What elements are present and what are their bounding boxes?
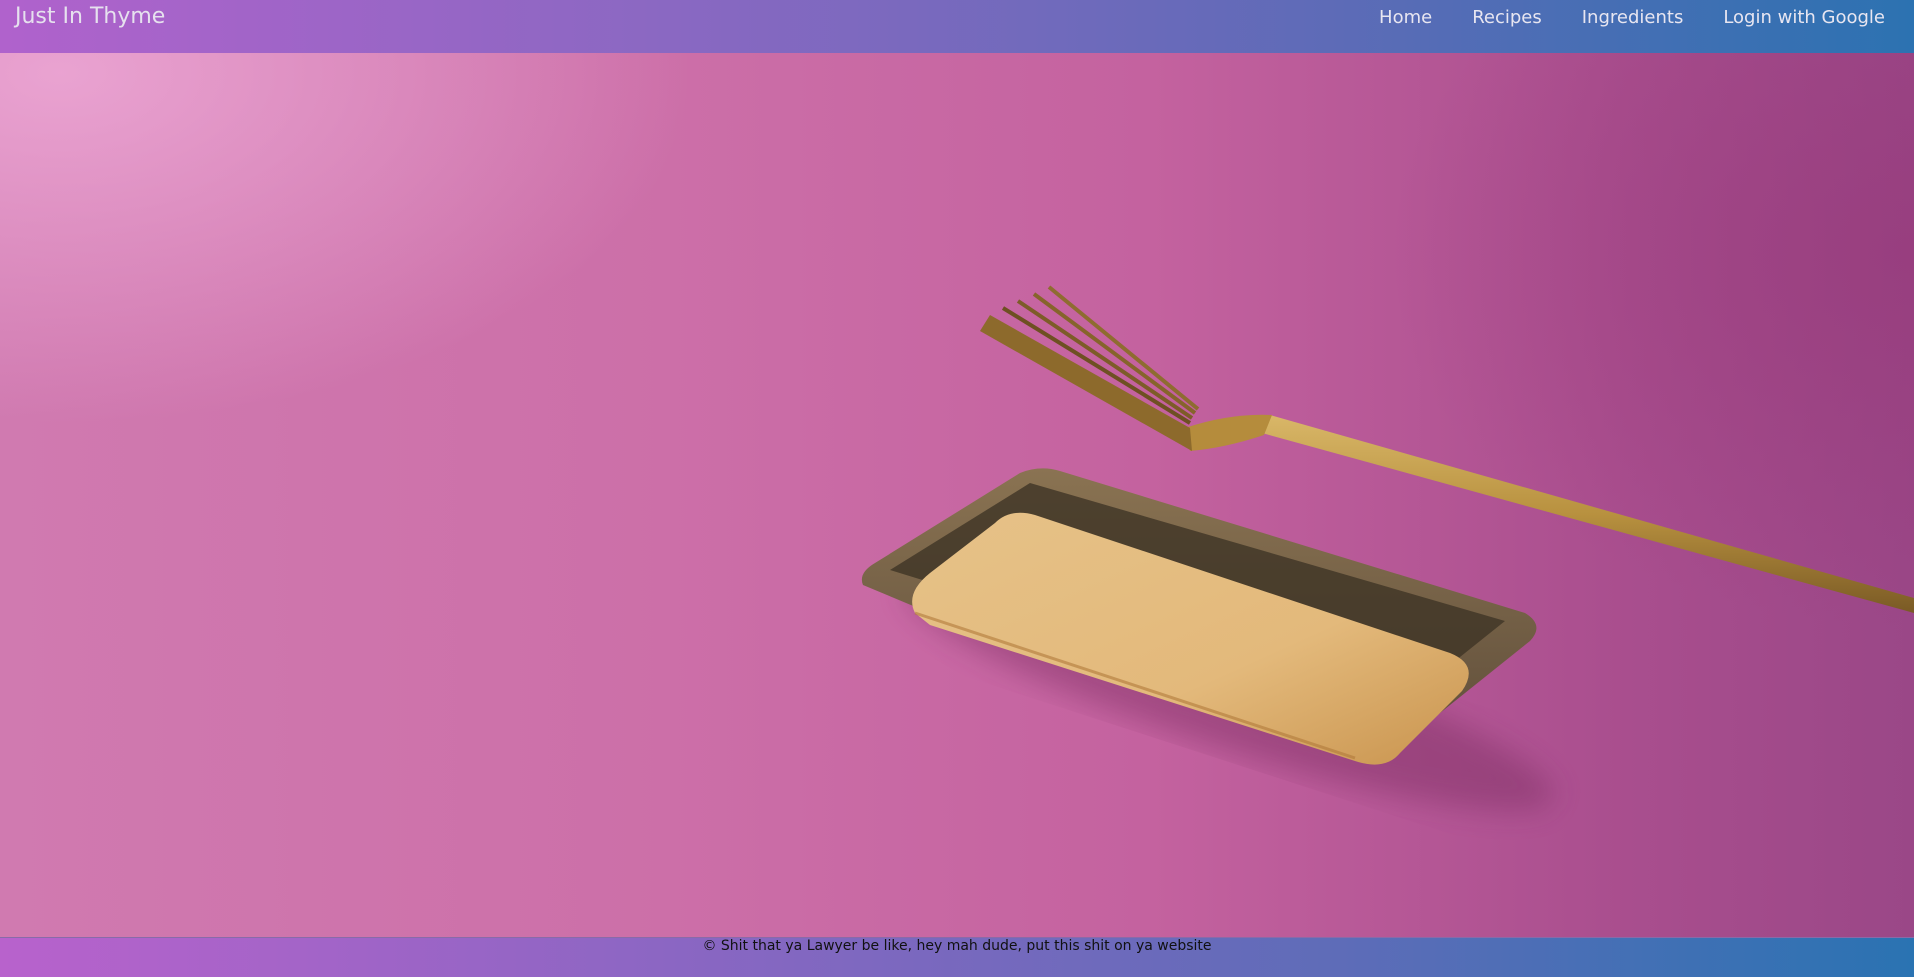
nav-link-home[interactable]: Home: [1379, 7, 1432, 28]
nav-links: Home Recipes Ingredients Login with Goog…: [1339, 7, 1885, 28]
nav-link-recipes[interactable]: Recipes: [1472, 7, 1542, 28]
hero-photo-illustration: [861, 285, 1914, 811]
footer-copyright-text: © Shit that ya Lawyer be like, hey mah d…: [702, 938, 1212, 954]
top-navbar: Just In Thyme Home Recipes Ingredients L…: [0, 0, 1914, 53]
hero-background-image: [0, 53, 1914, 937]
nav-link-login-google[interactable]: Login with Google: [1723, 7, 1885, 28]
page-footer: © Shit that ya Lawyer be like, hey mah d…: [0, 937, 1914, 977]
nav-link-ingredients[interactable]: Ingredients: [1582, 7, 1684, 28]
brand-link[interactable]: Just In Thyme: [15, 4, 165, 29]
